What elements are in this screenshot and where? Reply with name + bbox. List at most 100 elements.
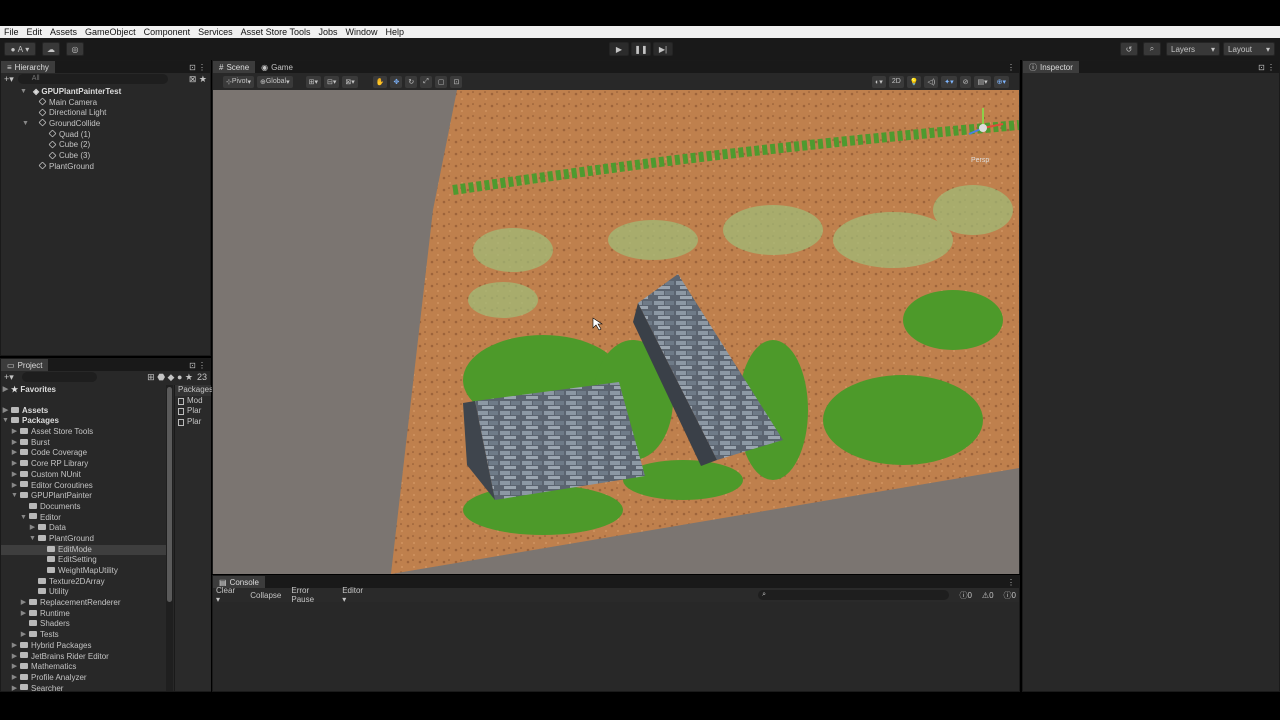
pause-button[interactable]: ❚❚ (631, 42, 651, 56)
chevron-down-icon[interactable]: ▼ (19, 87, 28, 98)
asset-item[interactable]: Plar (175, 406, 211, 417)
chevron-right-icon[interactable]: ▶ (10, 481, 19, 492)
project-folder-item[interactable]: ▶ Custom NUnit (1, 470, 166, 481)
menu-item-services[interactable]: Services (194, 27, 237, 37)
filter-icon[interactable]: ⊠ ★ (189, 74, 207, 85)
chevron-down-icon[interactable]: ▼ (19, 513, 28, 524)
add-icon[interactable]: +▾ (4, 74, 14, 85)
add-icon[interactable]: +▾ (4, 372, 14, 383)
tab-game[interactable]: ◉ Game (255, 61, 299, 73)
chevron-right-icon[interactable]: ▶ (10, 684, 19, 691)
clear-button[interactable]: Clear ▾ (216, 586, 240, 604)
log-count[interactable]: ⓘ0 (959, 590, 971, 601)
project-folder-item[interactable]: Utility (1, 587, 166, 598)
pivot-toggle[interactable]: ⊹ Pivot ▾ (223, 75, 254, 88)
asset-item[interactable]: Plar (175, 417, 211, 428)
lock-icon[interactable]: ⊡ ⋮ (189, 63, 210, 72)
menu-item-assets[interactable]: Assets (46, 27, 81, 37)
project-folder-item[interactable]: ▶ Mathematics (1, 662, 166, 673)
global-toggle[interactable]: ⊕ Global ▾ (256, 75, 293, 88)
error-count[interactable]: ⓘ0 (1004, 590, 1016, 601)
project-folder-item[interactable]: EditSetting (1, 555, 166, 566)
warning-count[interactable]: ⚠0 (982, 591, 994, 600)
layers-dropdown[interactable]: Layers ▾ (1166, 42, 1220, 56)
project-folder-item[interactable]: ▶ Data (1, 523, 166, 534)
more-icon[interactable]: ⋮ (1007, 63, 1019, 72)
chevron-down-icon[interactable]: ▼ (21, 119, 30, 130)
project-folder-item[interactable]: ▶ Searcher (1, 684, 166, 691)
chevron-right-icon[interactable]: ▶ (10, 427, 19, 438)
tab-hierarchy[interactable]: ≡ Hierarchy (1, 61, 55, 73)
hierarchy-item[interactable]: PlantGround (1, 161, 210, 173)
grid-snap-button[interactable]: ⊞▾ (305, 75, 321, 88)
tab-inspector[interactable]: ⓘ Inspector (1023, 61, 1079, 73)
chevron-right-icon[interactable]: ▶ (28, 523, 37, 534)
chevron-right-icon[interactable]: ▶ (10, 652, 19, 663)
tab-scene[interactable]: # Scene (213, 61, 256, 73)
transform-tool[interactable]: ⊡ (450, 75, 463, 88)
project-folder-item[interactable]: ▶ Burst (1, 438, 166, 449)
chevron-down-icon[interactable]: ▼ (10, 491, 19, 502)
project-search-input[interactable] (21, 372, 97, 382)
hierarchy-item[interactable]: Directional Light (1, 108, 210, 119)
collapse-button[interactable]: Collapse (250, 591, 281, 600)
snap-settings-button[interactable]: ⊟▾ (323, 75, 340, 88)
search-button[interactable]: ⌕ (1143, 42, 1161, 56)
gizmos-button[interactable]: ⊕▾ (993, 75, 1009, 88)
effects-toggle[interactable]: ✦▾ (941, 75, 957, 88)
chevron-right-icon[interactable]: ▶ (10, 438, 19, 449)
move-tool[interactable]: ✥ (390, 75, 403, 88)
increment-snap-button[interactable]: ⊠▾ (342, 75, 358, 88)
filter-icons[interactable]: ⊞ ⬣ ◆ ● ★ (147, 372, 193, 383)
hierarchy-item[interactable]: Cube (3) (1, 151, 210, 162)
project-folder-item[interactable]: ▶ Core RP Library (1, 459, 166, 470)
menu-item-component[interactable]: Component (140, 27, 195, 37)
cloud-button[interactable]: ☁ (42, 42, 60, 56)
menu-item-edit[interactable]: Edit (23, 27, 47, 37)
more-icon[interactable]: ⋮ (1007, 578, 1019, 587)
hierarchy-item[interactable]: Quad (1) (1, 129, 210, 141)
menu-item-jobs[interactable]: Jobs (315, 27, 342, 37)
packages-item[interactable]: ▼ Packages (1, 416, 166, 427)
project-folder-item[interactable]: ▶ Hybrid Packages (1, 641, 166, 652)
chevron-right-icon[interactable]: ▶ (10, 673, 19, 684)
menu-item-asset-store-tools[interactable]: Asset Store Tools (237, 27, 315, 37)
scrollbar-thumb[interactable] (167, 387, 172, 602)
hierarchy-search-input[interactable]: All (17, 74, 168, 84)
scene-viewport[interactable]: Persp (213, 90, 1019, 574)
visibility-toggle[interactable]: ⊘ (959, 75, 972, 88)
chevron-right-icon[interactable]: ▶ (10, 641, 19, 652)
project-folder-item[interactable]: ▼ Editor (1, 513, 166, 524)
hierarchy-item[interactable]: Cube (2) (1, 140, 210, 151)
project-folder-item[interactable]: Shaders (1, 619, 166, 630)
chevron-right-icon[interactable]: ▶ (19, 630, 28, 641)
lock-icon[interactable]: ⊡ ⋮ (189, 361, 210, 370)
project-scrollbar[interactable] (166, 385, 173, 691)
project-folder-item[interactable]: ▶ Code Coverage (1, 448, 166, 459)
project-folder-item[interactable]: ▶ Profile Analyzer (1, 673, 166, 684)
menu-item-file[interactable]: File (0, 27, 23, 37)
camera-button[interactable]: ▤▾ (974, 75, 991, 88)
asset-item[interactable]: Mod (175, 396, 211, 407)
chevron-right-icon[interactable]: ▶ (10, 448, 19, 459)
rect-tool[interactable]: ▢ (434, 75, 448, 88)
menu-item-window[interactable]: Window (342, 27, 382, 37)
audio-toggle[interactable]: ◁) (924, 75, 939, 88)
project-folder-item[interactable]: Texture2DArray (1, 577, 166, 588)
project-folder-item[interactable]: EditMode (1, 544, 166, 556)
scene-root[interactable]: ▼ ◈ GPUPlantPainterTest (1, 87, 210, 98)
hand-tool[interactable]: ✋ (372, 75, 388, 88)
project-folder-item[interactable]: ▶ Asset Store Tools (1, 427, 166, 438)
scale-tool[interactable]: ⤢ (420, 75, 432, 88)
favorites-item[interactable]: ▶ ★ Favorites (1, 385, 166, 396)
chevron-right-icon[interactable]: ▶ (10, 459, 19, 470)
tab-project[interactable]: ▭ Project (1, 359, 49, 371)
project-folder-item[interactable]: ▶ Editor Coroutines (1, 481, 166, 492)
project-folder-item[interactable]: ▶ Runtime (1, 609, 166, 620)
error-pause-button[interactable]: Error Pause (291, 586, 332, 604)
editor-dropdown[interactable]: Editor ▾ (342, 586, 368, 604)
menu-item-gameobject[interactable]: GameObject (81, 27, 140, 37)
lock-icon[interactable]: ⊡ ⋮ (1258, 63, 1279, 72)
hierarchy-item[interactable]: Main Camera (1, 97, 210, 109)
chevron-down-icon[interactable]: ▼ (28, 534, 37, 545)
